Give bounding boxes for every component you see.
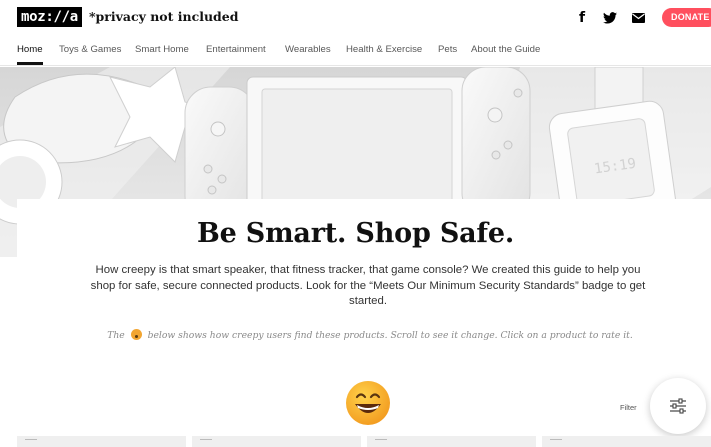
- nav-item-pets[interactable]: Pets: [438, 44, 457, 55]
- page-headline: Be Smart. Shop Safe.: [196, 218, 515, 249]
- nav-item-smart-home[interactable]: Smart Home: [135, 44, 189, 55]
- grinning-face-icon: [345, 380, 391, 426]
- sliders-icon: [670, 398, 686, 414]
- note-prefix: The: [107, 330, 125, 341]
- product-grid: [17, 436, 711, 447]
- site-title[interactable]: *privacy not included: [89, 9, 238, 24]
- creepy-meter-note: The below shows how creepy users find th…: [0, 329, 711, 341]
- nav-item-home[interactable]: Home: [17, 44, 43, 55]
- product-card[interactable]: [542, 436, 711, 447]
- product-card[interactable]: [17, 436, 186, 447]
- filter-label: Filter: [620, 403, 637, 412]
- email-icon[interactable]: [630, 10, 646, 26]
- product-card[interactable]: [192, 436, 361, 447]
- intro-paragraph: How creepy is that smart speaker, that f…: [90, 264, 646, 308]
- note-suffix: below shows how creepy users find these …: [147, 330, 633, 341]
- filter-button[interactable]: [650, 378, 706, 434]
- mozilla-logo[interactable]: moz://a: [17, 7, 82, 27]
- nav-item-wearables[interactable]: Wearables: [285, 44, 331, 55]
- donate-button[interactable]: DONATE: [662, 8, 711, 27]
- facebook-icon[interactable]: f: [574, 10, 590, 26]
- nav-item-about-guide[interactable]: About the Guide: [471, 44, 540, 55]
- nav-item-entertainment[interactable]: Entertainment: [206, 44, 266, 55]
- nav-item-health-exercise[interactable]: Health & Exercise: [346, 44, 422, 55]
- twitter-icon[interactable]: [602, 10, 618, 26]
- active-nav-underline: [17, 62, 43, 65]
- nav-item-toys-games[interactable]: Toys & Games: [59, 44, 121, 55]
- site-header: moz://a *privacy not included f DONATE: [0, 0, 711, 36]
- main-nav: Home Toys & Games Smart Home Entertainme…: [0, 36, 711, 66]
- surprised-face-icon: [130, 329, 142, 340]
- product-card[interactable]: [367, 436, 536, 447]
